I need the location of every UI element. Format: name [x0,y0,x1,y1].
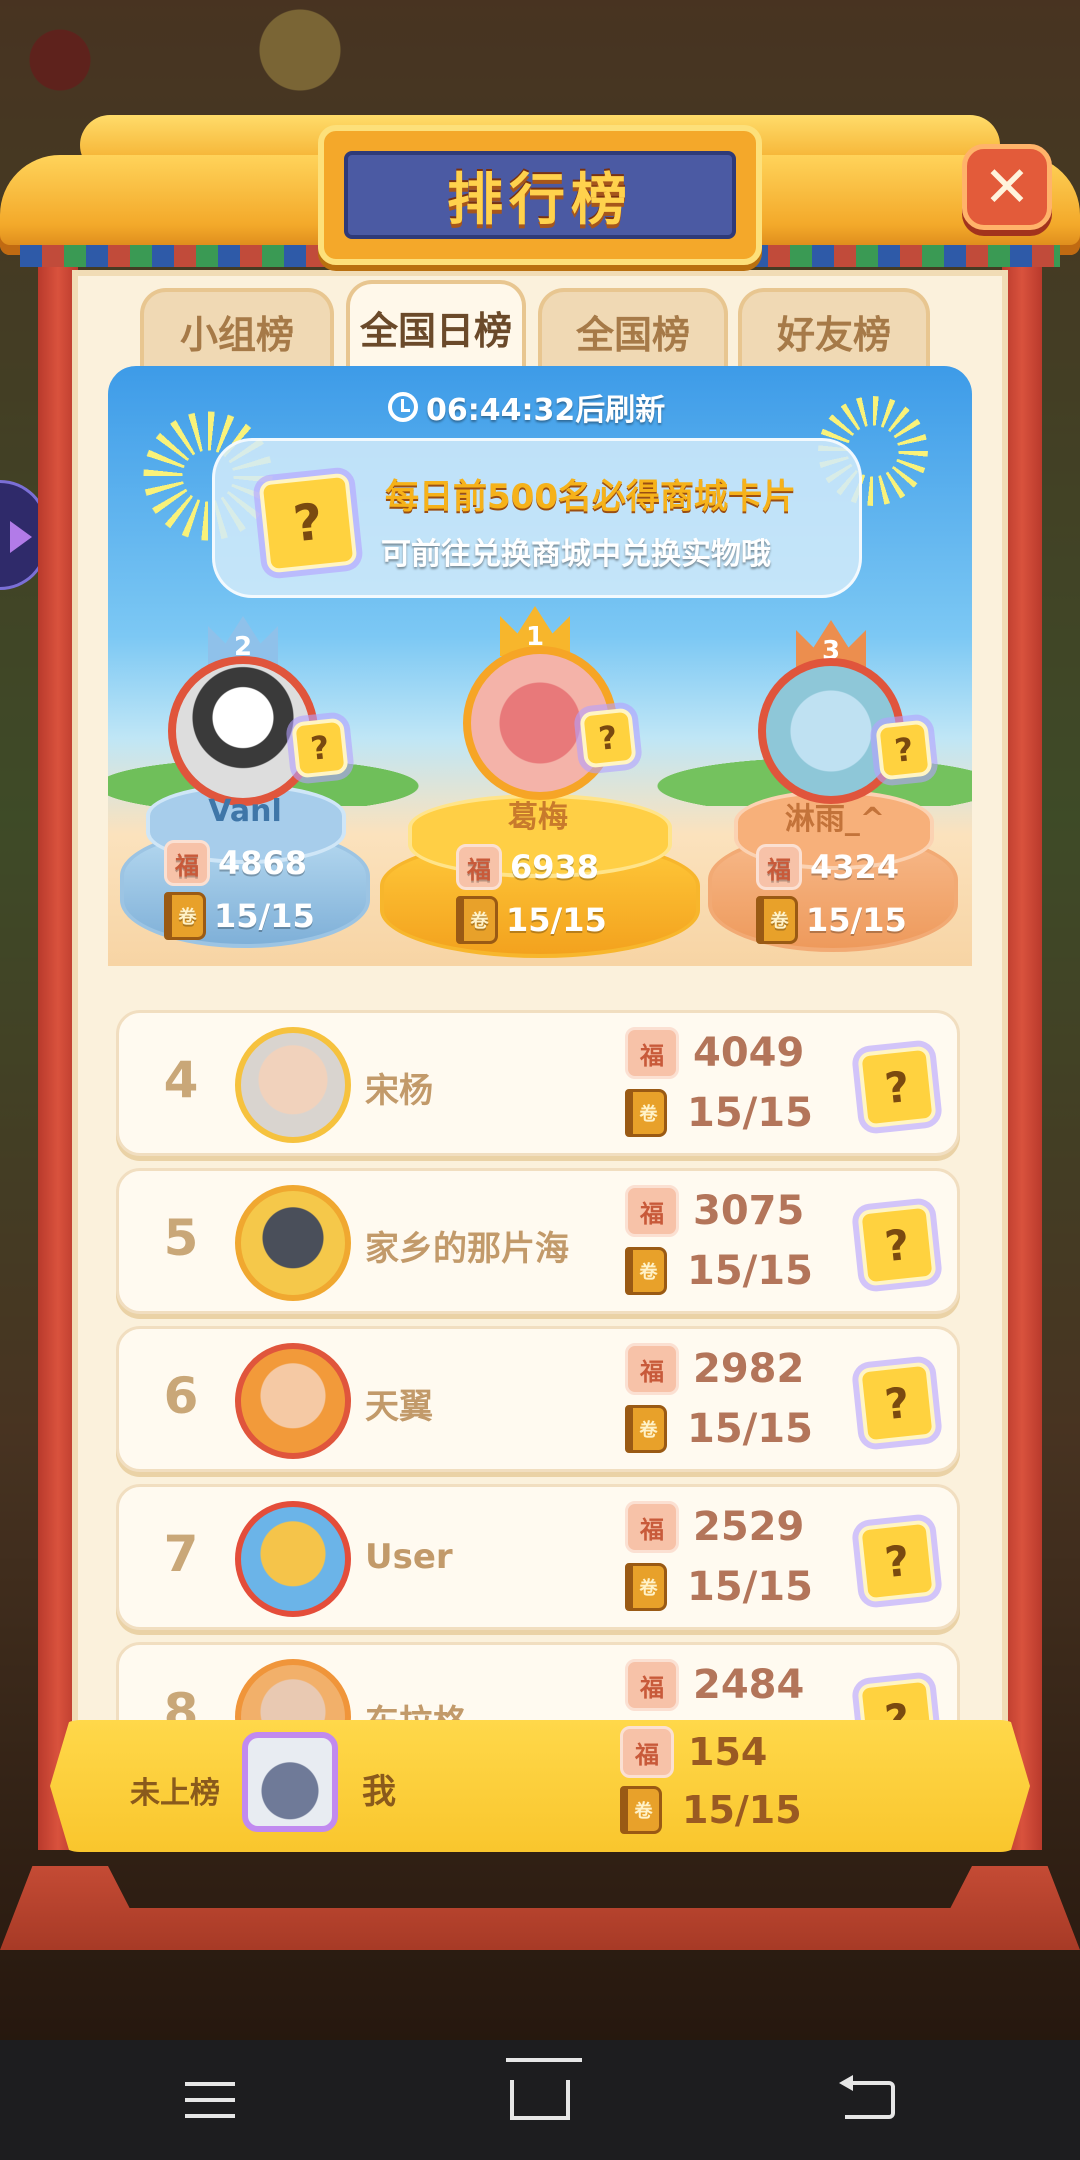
close-button[interactable]: ✕ [962,144,1052,230]
mystery-card-icon: ? [258,472,358,574]
score: 福 4049 [625,1027,804,1079]
fu-coin-icon: 福 [625,1027,679,1079]
podium-score: 福 4868 [164,840,307,886]
list-item[interactable]: 7 User 福 2529 卷 15/15 ? [116,1484,960,1630]
podium-name: 淋雨_^ [784,802,886,837]
title-plate-inner: 排行榜 [344,151,736,239]
refresh-timer: 06:44:32后刷新 [388,382,688,432]
book-icon: 卷 [625,1089,667,1137]
fu-coin-icon: 福 [456,844,502,890]
arrow-right-icon [10,521,32,553]
avatar [235,1027,351,1143]
fu-coin-icon: 福 [620,1726,674,1778]
list-item[interactable]: 5 家乡的那片海 福 3075 卷 15/15 ? [116,1168,960,1314]
reward-notice: ? 每日前500名必得商城卡片 可前往兑换商城中兑换实物哦 [212,438,862,598]
tab-group-rank[interactable]: 小组榜 [140,288,334,370]
book-icon: 卷 [456,896,498,944]
score: 福 2529 [625,1501,804,1553]
notice-line1: 每日前500名必得商城卡片 [385,477,796,517]
mystery-card-icon: ? [857,1045,937,1129]
tab-national-rank[interactable]: 全国榜 [538,288,728,370]
podium-progress: 卷 15/15 [456,896,607,944]
menu-button[interactable] [180,2070,240,2130]
player-name: User [365,1537,453,1577]
list-item[interactable]: 6 天翼 福 2982 卷 15/15 ? [116,1326,960,1472]
rank-number: 4 [163,1051,199,1109]
notice-line2: 可前往兑换商城中兑换实物哦 [381,537,771,572]
progress: 卷 15/15 [625,1405,813,1453]
progress: 卷 15/15 [625,1247,813,1295]
fu-coin-icon: 福 [625,1185,679,1237]
fu-coin-icon: 福 [625,1501,679,1553]
my-score: 福 154 [620,1726,767,1778]
fu-coin-icon: 福 [625,1659,679,1711]
refresh-text: 06:44:32后刷新 [426,393,666,428]
book-icon: 卷 [620,1786,662,1834]
avatar [235,1343,351,1459]
player-name: 家乡的那片海 [365,1229,569,1269]
podium-score: 福 6938 [456,844,599,890]
back-button[interactable] [839,2070,900,2130]
score: 福 3075 [625,1185,804,1237]
fu-coin-icon: 福 [625,1343,679,1395]
mystery-card-icon: ? [291,717,349,779]
tab-bar: 小组榜 全国日榜 全国榜 好友榜 [140,280,940,370]
rank-number: 6 [163,1367,199,1425]
score: 福 2982 [625,1343,804,1395]
mystery-card-icon: ? [857,1519,937,1603]
mystery-card-icon: ? [857,1203,937,1287]
rank-number: 5 [163,1209,199,1267]
back-icon [839,2075,895,2119]
my-name: 我 [362,1772,396,1812]
page-title: 排行榜 [447,167,633,233]
home-icon [510,2080,570,2120]
player-name: 天翼 [365,1387,433,1427]
my-rank-status: 未上榜 [130,1776,220,1811]
tab-national-daily[interactable]: 全国日榜 [346,280,526,370]
top-banner: 06:44:32后刷新 ? 每日前500名必得商城卡片 可前往兑换商城中兑换实物… [108,366,972,966]
player-name: 宋杨 [365,1071,433,1111]
progress: 卷 15/15 [625,1089,813,1137]
system-nav-bar [0,2040,1080,2160]
avatar [235,1501,351,1617]
frame-pillar-right [1002,250,1042,1850]
list-item[interactable]: 4 宋杨 福 4049 卷 15/15 ? [116,1010,960,1156]
my-progress: 卷 15/15 [620,1786,802,1834]
title-plate: 排行榜 [318,125,762,265]
avatar [242,1732,338,1832]
progress: 卷 15/15 [625,1563,813,1611]
my-rank-bar[interactable]: 未上榜 我 福 154 卷 15/15 [50,1720,1030,1852]
clock-icon [388,392,418,422]
tab-friends-rank[interactable]: 好友榜 [738,288,930,370]
podium-name: 葛梅 [508,800,568,835]
book-icon: 卷 [625,1247,667,1295]
mystery-card-icon: ? [875,719,933,781]
book-icon: 卷 [625,1405,667,1453]
podium-progress: 卷 15/15 [756,896,907,944]
podium-score: 福 4324 [756,844,899,890]
book-icon: 卷 [164,892,206,940]
avatar [235,1185,351,1301]
mystery-card-icon: ? [579,707,637,769]
podium-name: Vanl [208,794,282,829]
score: 福 2484 [625,1659,804,1711]
menu-icon [185,2082,235,2118]
fu-coin-icon: 福 [164,840,210,886]
podium-progress: 卷 15/15 [164,892,315,940]
home-button[interactable] [510,2070,570,2130]
rank-number: 7 [163,1525,199,1583]
book-icon: 卷 [625,1563,667,1611]
book-icon: 卷 [756,896,798,944]
fu-coin-icon: 福 [756,844,802,890]
mystery-card-icon: ? [857,1361,937,1445]
